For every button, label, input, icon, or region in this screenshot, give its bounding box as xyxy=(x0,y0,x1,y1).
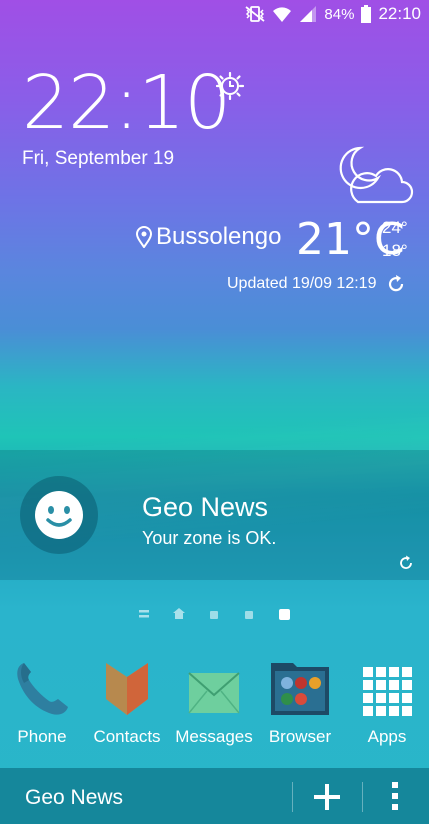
contacts-icon xyxy=(106,663,148,715)
weather-low: 18° xyxy=(382,241,408,260)
phone-icon xyxy=(17,663,68,715)
app-label: Browser xyxy=(268,727,332,746)
geo-news-status: Your zone is OK. xyxy=(142,528,277,548)
weather-location[interactable]: Bussolengo xyxy=(136,223,281,251)
vibrate-mute-icon xyxy=(245,6,265,22)
app-messages[interactable]: Messages xyxy=(171,655,257,747)
divider xyxy=(362,782,363,812)
add-button[interactable] xyxy=(312,782,342,817)
alarm-icon xyxy=(215,71,245,105)
app-contacts[interactable]: Contacts xyxy=(84,655,170,747)
weather-high: 24° xyxy=(382,218,408,237)
status-icons: 84% 22:10 xyxy=(244,4,421,24)
weather-updated-text: Updated 19/09 12:19 xyxy=(227,275,377,292)
card-refresh-icon[interactable] xyxy=(398,555,414,576)
battery-percent: 84% xyxy=(324,5,355,23)
messages-icon xyxy=(188,672,240,714)
app-label: Apps xyxy=(367,727,407,746)
more-vertical-icon xyxy=(392,782,398,810)
app-drawer[interactable]: Apps xyxy=(344,655,429,747)
geo-news-title: Geo News xyxy=(142,492,269,522)
weather-location-name: Bussolengo xyxy=(156,223,282,250)
divider xyxy=(292,782,293,812)
page-indicators[interactable] xyxy=(138,606,298,622)
menu-page-icon[interactable] xyxy=(138,609,150,619)
status-bar: 84% 22:10 xyxy=(0,0,429,30)
app-phone[interactable]: Phone xyxy=(0,655,85,747)
app-dock: Phone Contacts Messages Browser Apps xyxy=(0,655,429,750)
smiley-icon xyxy=(20,476,98,554)
apps-grid-icon xyxy=(363,667,412,716)
weather-moon-cloud-icon[interactable] xyxy=(330,144,414,213)
browser-folder-icon xyxy=(271,663,329,715)
app-label: Contacts xyxy=(93,727,161,746)
refresh-icon[interactable] xyxy=(386,274,406,294)
page-dot[interactable] xyxy=(210,611,218,619)
overflow-menu-button[interactable] xyxy=(388,780,402,817)
location-pin-icon xyxy=(136,226,152,248)
clock-time[interactable]: 22:10 xyxy=(22,58,231,148)
page-dot[interactable] xyxy=(245,611,253,619)
battery-icon xyxy=(361,5,372,23)
plus-icon xyxy=(314,784,340,810)
weather-updated: Updated 19/09 12:19 xyxy=(227,274,406,294)
app-browser-folder[interactable]: Browser xyxy=(257,655,343,747)
page-dot-active[interactable] xyxy=(279,609,290,620)
app-label: Messages xyxy=(175,727,253,746)
app-label: Phone xyxy=(17,727,67,746)
wifi-icon xyxy=(273,7,292,23)
bottom-bar-title[interactable]: Geo News xyxy=(25,786,123,810)
clock-date: Fri, September 19 xyxy=(22,148,175,169)
status-time: 22:10 xyxy=(378,4,421,23)
home-page-icon[interactable] xyxy=(172,607,186,620)
signal-icon xyxy=(300,6,317,22)
